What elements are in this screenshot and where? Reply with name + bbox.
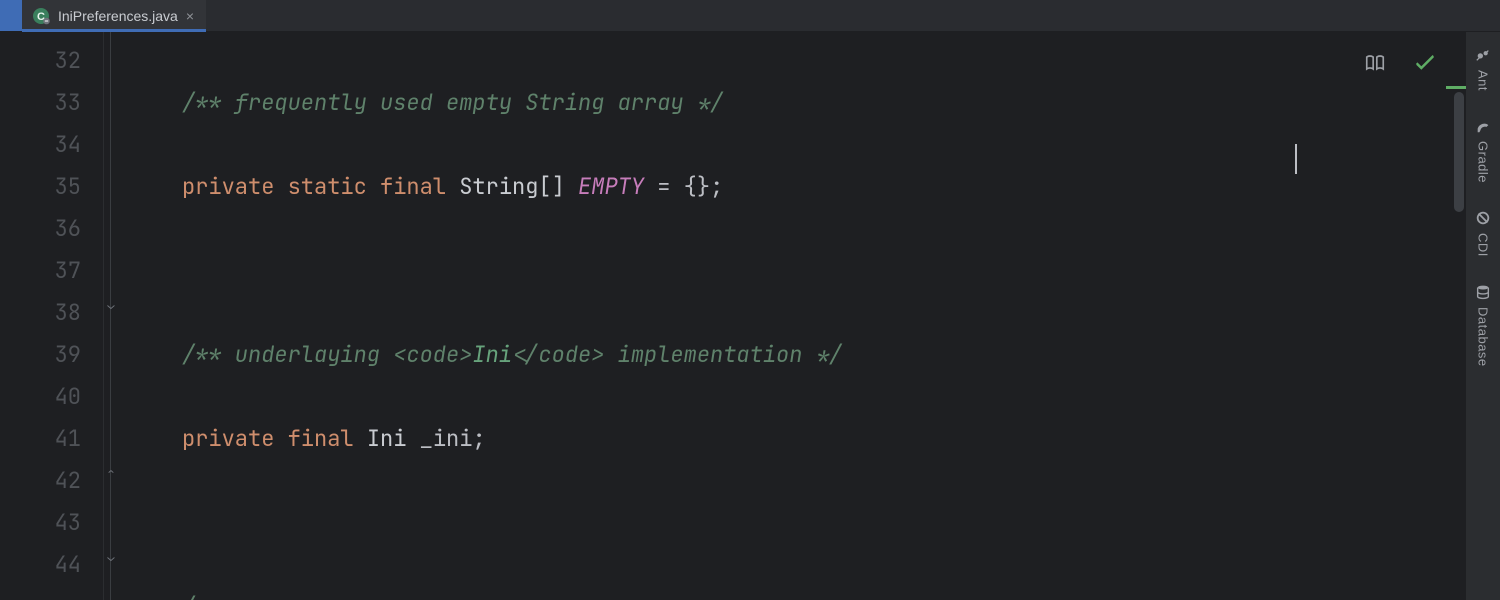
tool-window-database[interactable]: Database bbox=[1474, 283, 1492, 367]
file-tab-inipreferences[interactable]: C IniPreferences.java × bbox=[22, 0, 206, 31]
line-number: 36 bbox=[0, 208, 81, 250]
reader-mode-icon[interactable] bbox=[1364, 52, 1386, 74]
line-number: 38 bbox=[0, 292, 81, 334]
code-editor[interactable]: 32 33 34 35 36 37 38 39 40 41 42 43 44 ⌄… bbox=[0, 32, 1466, 600]
line-number: 41 bbox=[0, 418, 81, 460]
editor-top-right-icons bbox=[1364, 52, 1436, 74]
file-tab-label: IniPreferences.java bbox=[58, 8, 178, 24]
cdi-icon bbox=[1474, 209, 1492, 227]
fold-toggle-icon[interactable]: ⌃ bbox=[104, 466, 118, 480]
line-number: 33 bbox=[0, 82, 81, 124]
line-number: 43 bbox=[0, 502, 81, 544]
java-class-file-icon: C bbox=[32, 7, 50, 25]
line-number: 40 bbox=[0, 376, 81, 418]
inspection-stripe-ok bbox=[1446, 86, 1466, 89]
line-number: 44 bbox=[0, 544, 81, 586]
tool-window-cdi[interactable]: CDI bbox=[1474, 209, 1492, 257]
fold-column: ⌄ ⌃ ⌄ bbox=[104, 32, 128, 600]
right-tool-dock: Ant Gradle CDI Database bbox=[1466, 32, 1500, 600]
close-tab-icon[interactable]: × bbox=[186, 8, 194, 24]
editor-scrollbar-thumb[interactable] bbox=[1454, 92, 1464, 212]
text-caret bbox=[1295, 144, 1297, 174]
line-number: 32 bbox=[0, 40, 81, 82]
line-number: 35 bbox=[0, 166, 81, 208]
tool-window-ant[interactable]: Ant bbox=[1474, 46, 1492, 91]
tabbar-accent bbox=[0, 0, 22, 31]
line-number: 37 bbox=[0, 250, 81, 292]
workspace: 32 33 34 35 36 37 38 39 40 41 42 43 44 ⌄… bbox=[0, 32, 1500, 600]
fold-toggle-icon[interactable]: ⌄ bbox=[104, 298, 118, 312]
line-number: 39 bbox=[0, 334, 81, 376]
line-number: 34 bbox=[0, 124, 81, 166]
gradle-icon bbox=[1474, 117, 1492, 135]
line-number: 42 bbox=[0, 460, 81, 502]
tool-window-gradle[interactable]: Gradle bbox=[1474, 117, 1492, 183]
code-area[interactable]: /** frequently used empty String array *… bbox=[128, 32, 1466, 600]
ant-icon bbox=[1474, 46, 1492, 64]
editor-tabbar: C IniPreferences.java × bbox=[0, 0, 1500, 32]
database-icon bbox=[1474, 283, 1492, 301]
fold-toggle-icon[interactable]: ⌄ bbox=[104, 550, 118, 564]
line-number-gutter: 32 33 34 35 36 37 38 39 40 41 42 43 44 bbox=[0, 32, 104, 600]
inspection-ok-icon[interactable] bbox=[1414, 52, 1436, 74]
